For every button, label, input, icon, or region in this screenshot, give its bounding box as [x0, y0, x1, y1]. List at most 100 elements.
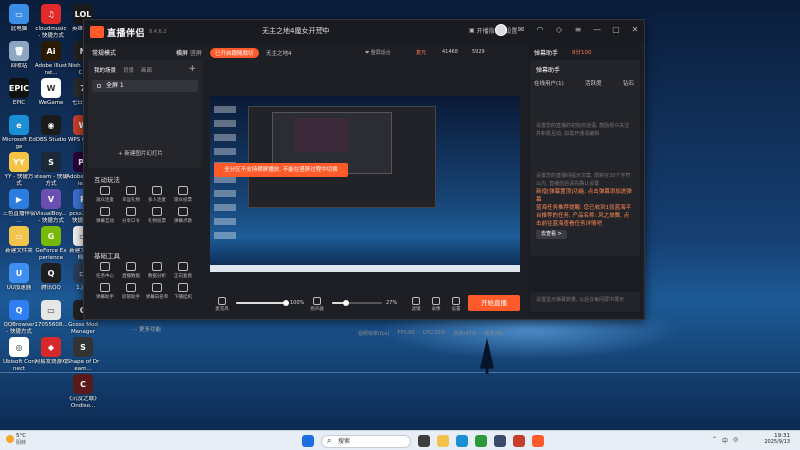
avatar[interactable]	[495, 24, 507, 36]
desktop-icon[interactable]: ▭ 17055608...	[34, 300, 68, 335]
notice-task[interactable]: 蓝海任务推荐提醒: 您已收到1张蓝海平台推荐的任务, 产品名称: 风之旅舞, 点…	[536, 204, 634, 228]
preview-toolbar: 已开启跟随裁切 无主之地4 ❤ 整屏适合 复元 41468 5929	[210, 48, 520, 58]
file-explorer-icon[interactable]	[437, 435, 449, 447]
desktop-icon[interactable]: Q 腾讯QQ	[34, 263, 68, 298]
desktop-icon[interactable]: W WeGame	[34, 78, 68, 113]
restore-button[interactable]: 复元	[416, 49, 426, 56]
stream-preview[interactable]	[210, 96, 520, 272]
edit-icon[interactable]: ✎	[320, 26, 326, 34]
input-method-indicator[interactable]: 中	[722, 436, 728, 445]
clock[interactable]: 19:31 2025/9/13	[764, 433, 790, 445]
tray-expand-icon[interactable]: ⌃	[712, 436, 717, 445]
mic-label: 麦克风	[215, 307, 229, 312]
desktop-icon[interactable]: G GeForce Experience	[34, 226, 68, 261]
desktop-icon[interactable]: ◆ 网易发烧游戏	[34, 337, 68, 372]
landscape-toggle[interactable]: 横屏	[176, 50, 188, 57]
shirt-icon[interactable]: ◇	[554, 25, 564, 35]
score-badge[interactable]: 8分100	[572, 48, 592, 56]
tool-button[interactable]: 下播挂机	[170, 283, 196, 300]
headset-icon[interactable]: ◠	[535, 25, 545, 35]
wps-icon[interactable]	[513, 435, 525, 447]
mail-icon[interactable]: ✉	[516, 25, 526, 35]
tab-background[interactable]: 背景	[123, 66, 134, 74]
desktop-icon[interactable]: Ai Adobe Illustrat...	[34, 41, 68, 76]
speaker-volume-slider[interactable]	[332, 300, 382, 306]
scene-item[interactable]: 全屏 1	[92, 80, 198, 92]
weather-widget[interactable]: 5°C 阴转	[16, 433, 56, 446]
tool-button[interactable]: 幸运礼物	[118, 186, 144, 203]
fit-toggle[interactable]: ❤ 整屏适合	[365, 49, 391, 56]
mic-volume-slider[interactable]	[236, 300, 289, 306]
task-view-icon[interactable]	[418, 435, 430, 447]
live-badge[interactable]: 已开启跟随裁切	[210, 48, 259, 58]
record-button[interactable]: 录像	[428, 297, 444, 312]
weather-desc: 阴转	[16, 440, 27, 446]
close-icon[interactable]: ✕	[630, 25, 640, 35]
tool-button[interactable]: 观众连麦	[92, 186, 118, 203]
start-icon[interactable]	[302, 435, 314, 447]
store-icon[interactable]	[494, 435, 506, 447]
taskbar-search[interactable]: 搜索	[321, 434, 411, 448]
desktop-icon[interactable]: Q QQBrowser - 快捷方式	[2, 300, 36, 335]
tab-activity[interactable]: 活跃度	[585, 79, 602, 87]
desktop-icon[interactable]: ◎ Ubisoft Connect	[2, 337, 36, 372]
desktop-icon[interactable]: EPIC EPIC	[2, 78, 36, 113]
menu-icon[interactable]: ≡	[573, 25, 583, 35]
desktop-app-icon: C	[73, 374, 93, 394]
tool-button[interactable]: 弹幕互动	[92, 207, 118, 224]
tool-button[interactable]: 弹幕白名单	[144, 283, 170, 300]
filter-button[interactable]: 滤镜	[408, 297, 424, 312]
add-slideshow-link[interactable]: + 新建图片幻灯片	[118, 149, 163, 157]
tool-button[interactable]: 礼物投票	[144, 207, 170, 224]
desktop-icon[interactable]: YY YY - 快捷方式	[2, 152, 36, 187]
tool-label: 房管助手	[122, 295, 140, 300]
tab-my-scenes[interactable]: 我的场景	[94, 66, 116, 74]
speaker-control[interactable]: 扬声器	[306, 297, 328, 312]
desktop-icon[interactable]: V VisualBoy... - 快捷方式	[34, 189, 68, 224]
edge-icon[interactable]	[456, 435, 468, 447]
tab-online-users[interactable]: 在线用户(1)	[534, 79, 564, 87]
add-scene-icon[interactable]: +	[188, 64, 196, 74]
stream-settings-button[interactable]: 设置	[448, 297, 464, 312]
tool-button[interactable]: 观众投票	[170, 186, 196, 203]
mic-control[interactable]: 麦克风	[212, 297, 232, 312]
more-functions-link[interactable]: ··· 更多功能	[132, 325, 161, 333]
tab-diamonds[interactable]: 钻石	[623, 79, 634, 87]
desktop-icon[interactable]: ▶ 三色直播伴侣 ...	[2, 189, 36, 224]
tool-button[interactable]: 数据分析	[144, 262, 170, 279]
view-task-button[interactable]: 去查看 >	[536, 230, 567, 239]
desktop-icon[interactable]: C 《沉没之城》Ondiso...	[66, 374, 100, 409]
live-app-icon[interactable]	[532, 435, 544, 447]
tab-canvas[interactable]: 画面	[141, 66, 152, 74]
tool-button[interactable]: 房管助手	[118, 283, 144, 300]
desktop-icon[interactable]: ▭ 此电脑	[2, 4, 36, 39]
desktop-icon[interactable]: ◉ OBS Studio	[34, 115, 68, 150]
tool-label: 下播挂机	[174, 295, 192, 300]
mode-select[interactable]: 常规模式	[92, 48, 116, 57]
desktop-icon[interactable]: ▭ 新建文件夹	[2, 226, 36, 261]
notice-pin[interactable]: 新增[弹幕置顶]功能, 点击弹幕添加进弹幕	[536, 188, 634, 204]
tool-button[interactable]: 任务中心	[92, 262, 118, 279]
tool-button[interactable]: 正向复盘	[170, 262, 196, 279]
desktop-icon[interactable]: 🗑 回收站	[2, 41, 36, 76]
mic-volume-knob[interactable]	[283, 300, 289, 306]
portrait-toggle[interactable]: 竖屏	[190, 50, 202, 57]
network-icon[interactable]: ◎	[733, 436, 738, 445]
tool-button[interactable]: 分享口令	[118, 207, 144, 224]
start-live-button[interactable]: 开始直播	[468, 295, 520, 311]
desktop-icon[interactable]: ♫ cloudmusic - 快捷方式	[34, 4, 68, 39]
desktop-icon-label: 此电脑	[10, 26, 28, 32]
weather-icon[interactable]	[6, 435, 14, 443]
tool-button[interactable]: 多人连麦	[144, 186, 170, 203]
xbox-icon[interactable]	[475, 435, 487, 447]
desktop-icon[interactable]: S Shape of Dream...	[66, 337, 100, 372]
speaker-volume-knob[interactable]	[343, 300, 349, 306]
tool-button[interactable]: 弹幕助手	[92, 283, 118, 300]
tool-button[interactable]: 弹幕点歌	[170, 207, 196, 224]
desktop-icon[interactable]: U UU加速器	[2, 263, 36, 298]
desktop-icon[interactable]: Ssteam - 快捷方式	[34, 152, 68, 187]
maximize-icon[interactable]: ▢	[611, 25, 621, 35]
tool-button[interactable]: 直播数据	[118, 262, 144, 279]
desktop-icon[interactable]: e Microsoft Edge	[2, 115, 36, 150]
minimize-icon[interactable]: —	[592, 25, 602, 35]
